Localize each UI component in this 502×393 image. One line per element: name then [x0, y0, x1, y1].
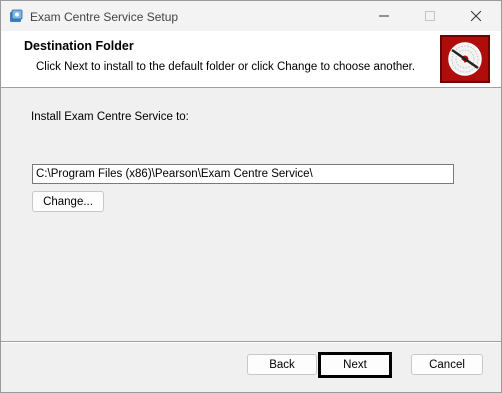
install-location-label: Install Exam Centre Service to:	[31, 111, 189, 123]
next-button[interactable]: Next	[318, 352, 392, 378]
disc-icon	[448, 42, 482, 76]
footer-divider	[1, 341, 501, 343]
close-button[interactable]	[453, 1, 499, 31]
installer-icon	[9, 9, 23, 23]
minimize-icon	[379, 15, 389, 17]
maximize-icon	[425, 11, 435, 21]
page-title: Destination Folder	[24, 39, 134, 53]
setup-window: Exam Centre Service Setup Destination Fo…	[0, 0, 502, 393]
back-button[interactable]: Back	[247, 354, 317, 375]
title-bar: Exam Centre Service Setup	[1, 1, 501, 31]
installer-disc-logo	[440, 35, 490, 83]
maximize-button[interactable]	[407, 1, 453, 31]
install-path-field[interactable]: C:\Program Files (x86)\Pearson\Exam Cent…	[32, 164, 454, 184]
cancel-button[interactable]: Cancel	[411, 354, 483, 375]
minimize-button[interactable]	[361, 1, 407, 31]
change-button[interactable]: Change...	[32, 191, 104, 212]
header-banner: Destination Folder Click Next to install…	[1, 31, 501, 88]
window-title: Exam Centre Service Setup	[30, 10, 179, 24]
page-subtitle: Click Next to install to the default fol…	[36, 61, 416, 73]
close-icon	[471, 11, 481, 21]
